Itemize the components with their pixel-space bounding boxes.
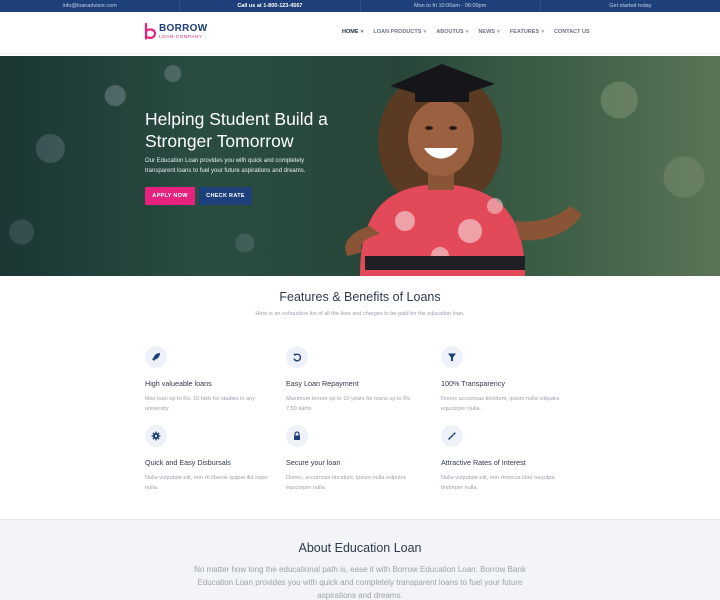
feature-card: Quick and Easy Disbursals Nulla vulputat… (145, 425, 275, 493)
nav-item-label: ABOUTUS (436, 29, 464, 35)
topbar-hours: Mon to fri 10:00am - 06:00pm (361, 0, 541, 12)
features-subheading: Here is an exhaustive list of all the fe… (255, 311, 465, 317)
feature-card: High valueable loans Max loan up to Rs. … (145, 346, 275, 414)
chevron-down-icon: ˅ (541, 29, 545, 35)
chevron-down-icon: ˅ (465, 29, 469, 35)
nav-item-features[interactable]: FEATURES ˅ (510, 29, 544, 35)
feature-title: Secure your loan (286, 458, 341, 467)
feature-card: Attractive Rates of Interest Nulla vulpu… (441, 425, 571, 493)
topbar-phone[interactable]: Call us at 1-800-123-4567 (180, 0, 361, 12)
nav-item-label: HOME (342, 29, 359, 35)
logo-mark-icon (144, 22, 157, 40)
feature-text: Donec, accumsax tincidunt, ipsum nulla v… (286, 475, 406, 491)
feature-text: Nulla vulputate elit, non rh liberoe qut… (145, 475, 269, 491)
hero-title-line: Stronger Tomorrow (145, 131, 294, 151)
about-section: About Education Loan No matter how long … (0, 519, 720, 600)
nav-item-loan-products[interactable]: LOAN PRODUCTS ˅ (373, 29, 426, 35)
nav-item-label: LOAN PRODUCTS (373, 29, 422, 35)
feature-card: Easy Loan Repayment Maximum tenure up to… (286, 346, 416, 414)
brand-logo[interactable]: BORROW LOAN-COMPANY (144, 22, 208, 40)
feature-title: Quick and Easy Disbursals (145, 458, 231, 467)
feature-title: Attractive Rates of Interest (441, 458, 526, 467)
brand-tagline: LOAN-COMPANY (159, 33, 203, 39)
rocket-icon (145, 346, 167, 368)
feature-text: Donec accumsax tincidunt, ipsum nulla vu… (441, 396, 560, 412)
refresh-icon (286, 346, 308, 368)
about-heading: About Education Loan (298, 541, 422, 555)
gear-icon (145, 425, 167, 447)
hero-description: Our Education Loan provides you with qui… (145, 158, 306, 174)
feature-text: Nulla vulputate elit, non rhoncus liber … (441, 475, 555, 491)
brand-name: BORROW (159, 22, 208, 34)
hero-banner: Helping Student Build a Stronger Tomorro… (0, 56, 720, 276)
hero-title: Helping Student Build a Stronger Tomorro… (145, 108, 365, 152)
feature-title: Easy Loan Repayment (286, 379, 359, 388)
filter-icon (441, 346, 463, 368)
nav-item-label: CONTACT US (554, 29, 590, 35)
magic-wand-icon (441, 425, 463, 447)
chevron-down-icon: ˅ (423, 29, 427, 35)
hero-graduate-photo (345, 64, 582, 276)
feature-card: 100% Transparency Donec accumsax tincidu… (441, 346, 571, 414)
feature-title: High valueable loans (145, 379, 212, 388)
chevron-down-icon: ˅ (360, 29, 364, 35)
feature-card: Secure your loan Donec, accumsax tincidu… (286, 425, 416, 493)
nav-item-about-us[interactable]: ABOUTUS ˅ (436, 29, 468, 35)
hero-title-line: Helping Student Build a (145, 109, 328, 129)
main-nav: HOME ˅ LOAN PRODUCTS ˅ ABOUTUS ˅ NEWS ˅ FEAT… (342, 29, 600, 35)
apply-now-button[interactable]: APPLY NOW (145, 187, 195, 205)
site-header: BORROW LOAN-COMPANY HOME ˅ LOAN PRODUCTS ˅… (0, 12, 720, 54)
feature-text: Maximum tenure up to 10 years for loans … (286, 396, 412, 412)
topbar-get-started[interactable]: Get started today (541, 0, 720, 12)
topbar-email[interactable]: info@loanadvisor.com (0, 0, 181, 12)
nav-item-home[interactable]: HOME ˅ (342, 29, 363, 35)
feature-text: Max loan up to Rs. 10 lakh for studies i… (145, 396, 256, 412)
features-heading: Features & Benefits of Loans (279, 290, 441, 304)
nav-item-label: FEATURES (509, 29, 540, 35)
check-rate-button[interactable]: CHECK RATE (199, 187, 252, 205)
chevron-down-icon: ˅ (496, 29, 500, 35)
nav-item-label: NEWS (478, 29, 495, 35)
nav-item-news[interactable]: NEWS ˅ (478, 29, 499, 35)
nav-item-contact-us[interactable]: CONTACT US (554, 29, 590, 35)
feature-title: 100% Transparency (441, 379, 505, 388)
about-text: No matter how long the educational path … (194, 565, 526, 600)
lock-icon (286, 425, 308, 447)
top-info-bar: info@loanadvisor.com Call us at 1-800-12… (0, 0, 720, 12)
